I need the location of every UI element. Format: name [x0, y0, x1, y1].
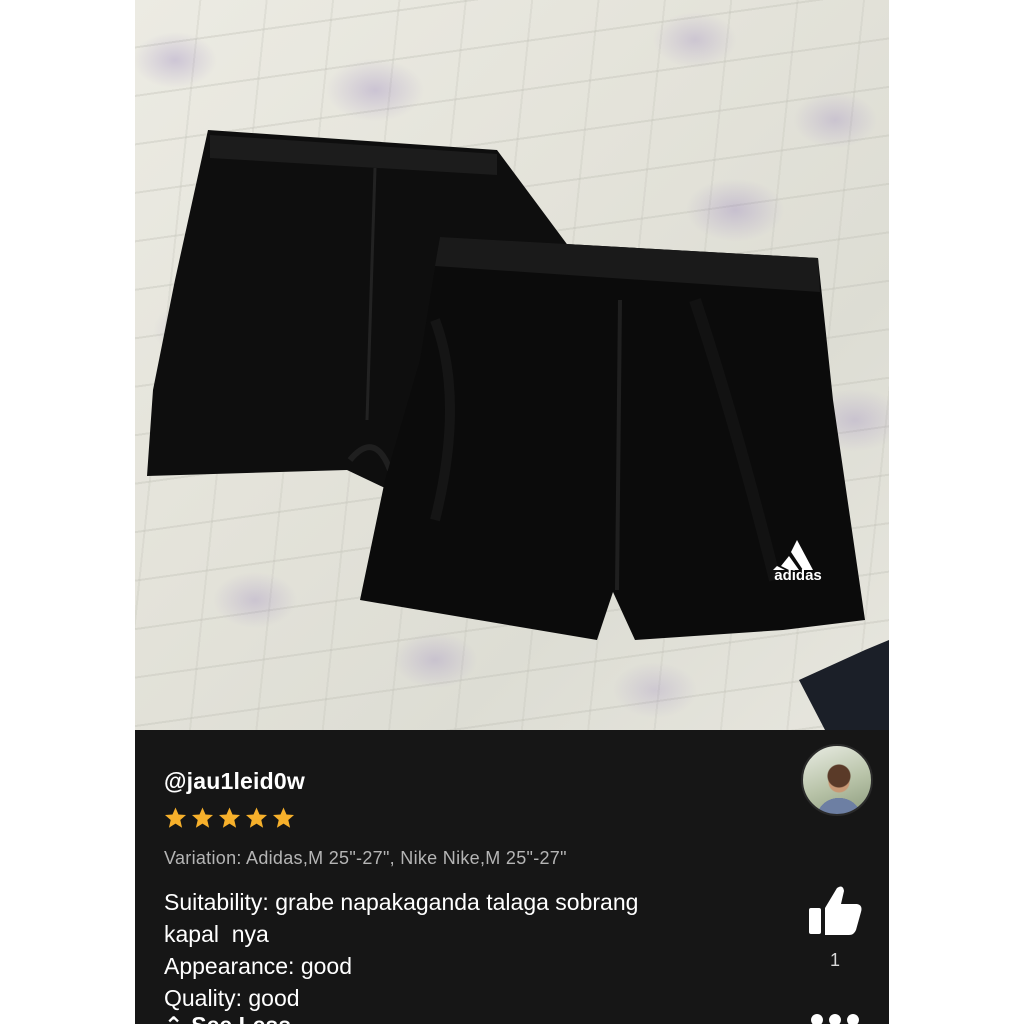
reviewer-avatar[interactable]	[801, 744, 873, 816]
review-panel: @jau1leid0w Variation: Adidas,M 25"-27",…	[135, 730, 889, 1024]
see-less-label: See Less	[191, 1012, 291, 1024]
reviewer-username[interactable]: @jau1leid0w	[164, 768, 305, 795]
variation-text: Variation: Adidas,M 25"-27", Nike Nike,M…	[164, 848, 567, 868]
more-dots-icon[interactable]	[811, 1014, 861, 1024]
star-rating	[163, 806, 296, 830]
star-icon	[219, 807, 240, 828]
see-less-button[interactable]: ⌃ See Less	[164, 1012, 291, 1024]
star-icon	[165, 807, 186, 828]
like-count: 1	[829, 950, 840, 970]
review-line: Suitability: grabe napakaganda talaga so…	[164, 889, 639, 915]
star-icon	[246, 807, 267, 828]
review-line: Appearance: good	[164, 953, 352, 979]
review-text: Suitability: grabe napakaganda talaga so…	[164, 886, 724, 1014]
star-icon	[192, 807, 213, 828]
review-line: kapal nya	[164, 921, 269, 947]
star-icon	[273, 807, 294, 828]
dark-cloth	[799, 640, 889, 730]
caret-up-icon: ⌃	[164, 1012, 183, 1024]
shorts-illustration: adidas	[147, 130, 889, 730]
adidas-logo-text: adidas	[774, 567, 822, 584]
review-line: Quality: good	[164, 985, 300, 1011]
review-media-viewer: adidas @jau1leid0w Variation: Adidas,M 2…	[135, 0, 889, 1024]
review-photo[interactable]: adidas	[135, 0, 889, 730]
thumbs-up-icon[interactable]	[807, 882, 863, 942]
